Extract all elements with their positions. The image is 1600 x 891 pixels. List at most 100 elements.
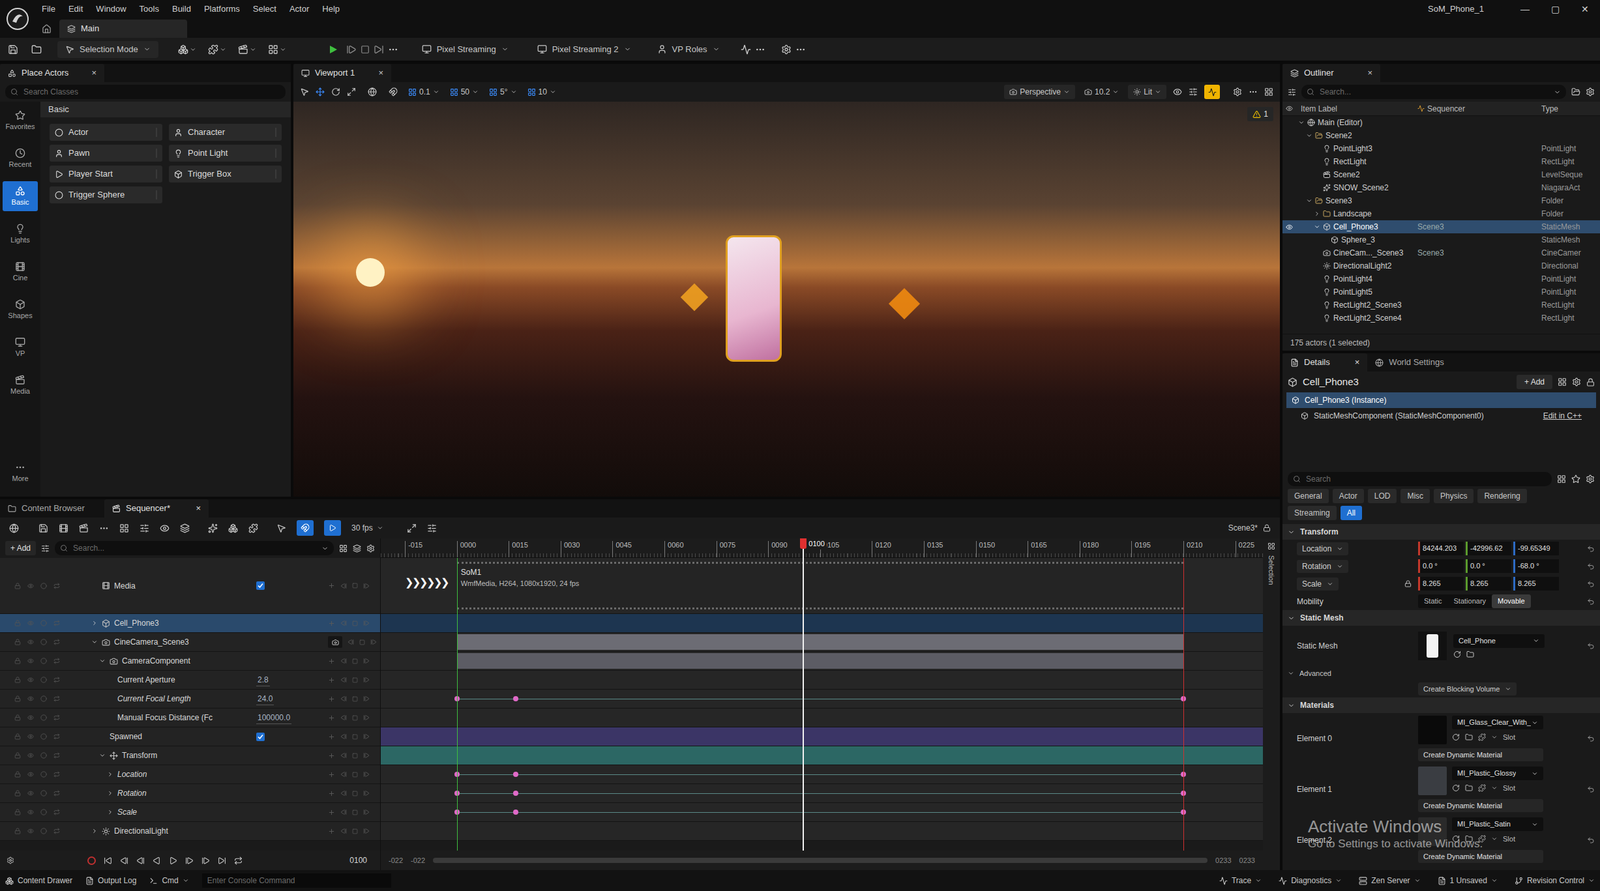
streaming-dropdown[interactable]: Pixel Streaming 2 <box>532 41 637 59</box>
keyframe[interactable] <box>513 696 519 702</box>
actor-item[interactable]: Trigger Sphere <box>49 186 163 204</box>
close-button[interactable]: × <box>1354 355 1361 370</box>
section-header[interactable]: Static Mesh <box>1282 610 1600 626</box>
track-lane[interactable] <box>380 689 1263 709</box>
status-button[interactable]: Output Log <box>85 874 137 887</box>
add-track-button[interactable]: + Add <box>5 541 36 556</box>
actor-item[interactable]: Player Start <box>49 165 163 183</box>
status-button[interactable]: Zen Server <box>1358 874 1421 887</box>
track-row[interactable]: Transform <box>0 746 381 766</box>
menu-item[interactable]: Build <box>165 2 198 16</box>
window-control-button[interactable]: ✕ <box>1570 2 1600 17</box>
outliner-row[interactable]: Cell_Phone3Scene3StaticMesh <box>1282 220 1600 234</box>
outliner-row[interactable]: Scene2 <box>1282 129 1600 143</box>
menu-item[interactable]: Help <box>315 2 347 16</box>
track-row[interactable]: Cell_Phone3 <box>0 614 381 634</box>
content-button[interactable] <box>264 41 291 59</box>
viewport-render[interactable]: 1 <box>293 101 1280 497</box>
track-row[interactable]: Manual Focus Distance (Fc100000.0 <box>0 708 381 728</box>
outliner-row[interactable]: Main (Editor) <box>1282 116 1600 130</box>
number-field[interactable]: -68.0 ° <box>1513 559 1559 574</box>
vp-roles-dropdown[interactable]: VP Roles <box>651 41 726 59</box>
mode-dropdown[interactable]: Selection Mode <box>57 41 159 59</box>
section-bar[interactable] <box>457 634 1184 651</box>
keyframe[interactable] <box>513 809 519 815</box>
snap-toggle[interactable] <box>296 520 314 536</box>
search-field[interactable]: Search... <box>1301 84 1567 100</box>
track-lane[interactable] <box>380 727 1263 747</box>
menu-item[interactable]: Tools <box>133 2 166 16</box>
component-row[interactable]: StaticMeshComponent (StaticMeshComponent… <box>1282 408 1600 424</box>
track-row[interactable]: CameraComponent <box>0 651 381 671</box>
asset-dropdown[interactable]: MI_Plastic_Satin <box>1451 817 1544 832</box>
view-mode-dropdown[interactable]: Perspective <box>1004 84 1076 100</box>
number-field[interactable]: 0.0 ° <box>1465 559 1512 574</box>
advanced-header[interactable]: Advanced <box>1282 666 1600 681</box>
track-lane[interactable] <box>380 670 1263 690</box>
property-value[interactable]: 100000.0 <box>256 711 292 725</box>
realtime-toggle[interactable] <box>1204 84 1220 100</box>
filter-tab[interactable]: Streaming <box>1287 505 1337 521</box>
actor-item[interactable]: Actor <box>49 123 163 141</box>
track-row[interactable]: Current Focal Length24.0 <box>0 689 381 709</box>
transform-mode-dropdown[interactable]: Location <box>1296 542 1349 556</box>
track-lane[interactable]: ❯❯❯❯❯❯SoM1WmfMedia, H264, 1080x1920, 24 … <box>380 558 1263 615</box>
playhead-line[interactable] <box>802 547 804 851</box>
mobility-option[interactable]: Stationary <box>1448 594 1493 609</box>
track-lane[interactable] <box>380 765 1263 785</box>
category-tab[interactable]: Shapes <box>2 294 38 325</box>
scroll-thumb[interactable] <box>432 858 1208 864</box>
record-button[interactable] <box>87 856 96 866</box>
outliner-row[interactable]: CineCam..._Scene3Scene3CineCamer <box>1282 246 1600 260</box>
track-lane[interactable] <box>380 708 1263 728</box>
track-lane[interactable] <box>380 803 1263 823</box>
material-thumbnail[interactable] <box>1418 766 1447 796</box>
track-lane[interactable] <box>380 822 1263 842</box>
track-lane[interactable] <box>380 651 1263 671</box>
mobility-option[interactable]: Movable <box>1491 594 1531 609</box>
asset-dropdown[interactable]: MI_Plastic_Glossy <box>1451 766 1544 781</box>
fps-dropdown[interactable]: 30 fps <box>351 522 384 534</box>
filter-tab[interactable]: LOD <box>1367 488 1398 504</box>
snap-setting[interactable]: 50 <box>449 86 479 98</box>
actor-name[interactable]: Cell_Phone3 <box>1302 374 1359 390</box>
create-dynamic-material-button[interactable]: Create Dynamic Material <box>1418 748 1544 762</box>
outliner-row[interactable]: PointLight4PointLight <box>1282 272 1600 286</box>
fov-dropdown[interactable]: 10.2 <box>1081 86 1122 98</box>
track-row[interactable]: Spawned <box>0 727 381 747</box>
camera-lock-button[interactable] <box>327 636 343 649</box>
track-row[interactable]: Rotation <box>0 784 381 804</box>
search-field[interactable]: Search Classes <box>5 84 286 100</box>
menu-item[interactable]: File <box>35 2 62 16</box>
status-button[interactable]: Content Drawer <box>5 874 73 887</box>
add-component-button[interactable]: + Add <box>1516 374 1553 390</box>
actor-item[interactable]: Trigger Box <box>168 165 282 183</box>
section-header[interactable]: Materials <box>1282 697 1600 714</box>
component-root[interactable]: Cell_Phone3 (Instance) <box>1286 392 1597 409</box>
menu-item[interactable]: Platforms <box>197 2 247 16</box>
outliner-row[interactable]: PointLight3PointLight <box>1282 142 1600 156</box>
blocking-volume-dropdown[interactable]: Create Blocking Volume <box>1418 682 1517 696</box>
snap-setting[interactable]: 0.1 <box>408 86 440 98</box>
transform-mode-dropdown[interactable]: Rotation <box>1296 560 1349 574</box>
view-start-field[interactable]: -022 <box>388 855 403 867</box>
filter-tab[interactable]: Physics <box>1433 488 1474 504</box>
asset-dropdown[interactable]: MI_Glass_Clear_With_ <box>1451 715 1544 730</box>
lighting-dropdown[interactable]: Lit <box>1127 84 1167 100</box>
filter-tab[interactable]: Misc <box>1400 488 1430 504</box>
close-button[interactable]: × <box>378 66 384 80</box>
category-tab[interactable]: Favorites <box>2 105 38 136</box>
filter-tab[interactable]: Rendering <box>1477 488 1527 504</box>
checkbox[interactable] <box>256 732 265 742</box>
search-field[interactable]: Search... <box>54 541 334 556</box>
menu-item[interactable]: Select <box>246 2 283 16</box>
edit-link[interactable]: Edit in C++ <box>1543 410 1582 422</box>
timeline[interactable]: -015000000150030004500600075009001050120… <box>380 538 1263 871</box>
keyframe[interactable] <box>513 771 519 778</box>
media-clip[interactable]: SoM1WmfMedia, H264, 1080x1920, 24 fps <box>457 562 1184 610</box>
outliner-row[interactable]: Scene3Folder <box>1282 194 1600 208</box>
panel-tab[interactable]: Sequencer*× <box>104 499 209 518</box>
category-tab[interactable]: Recent <box>2 143 38 174</box>
track-row[interactable]: Location <box>0 765 381 785</box>
actor-item[interactable]: Point Light <box>168 144 282 162</box>
